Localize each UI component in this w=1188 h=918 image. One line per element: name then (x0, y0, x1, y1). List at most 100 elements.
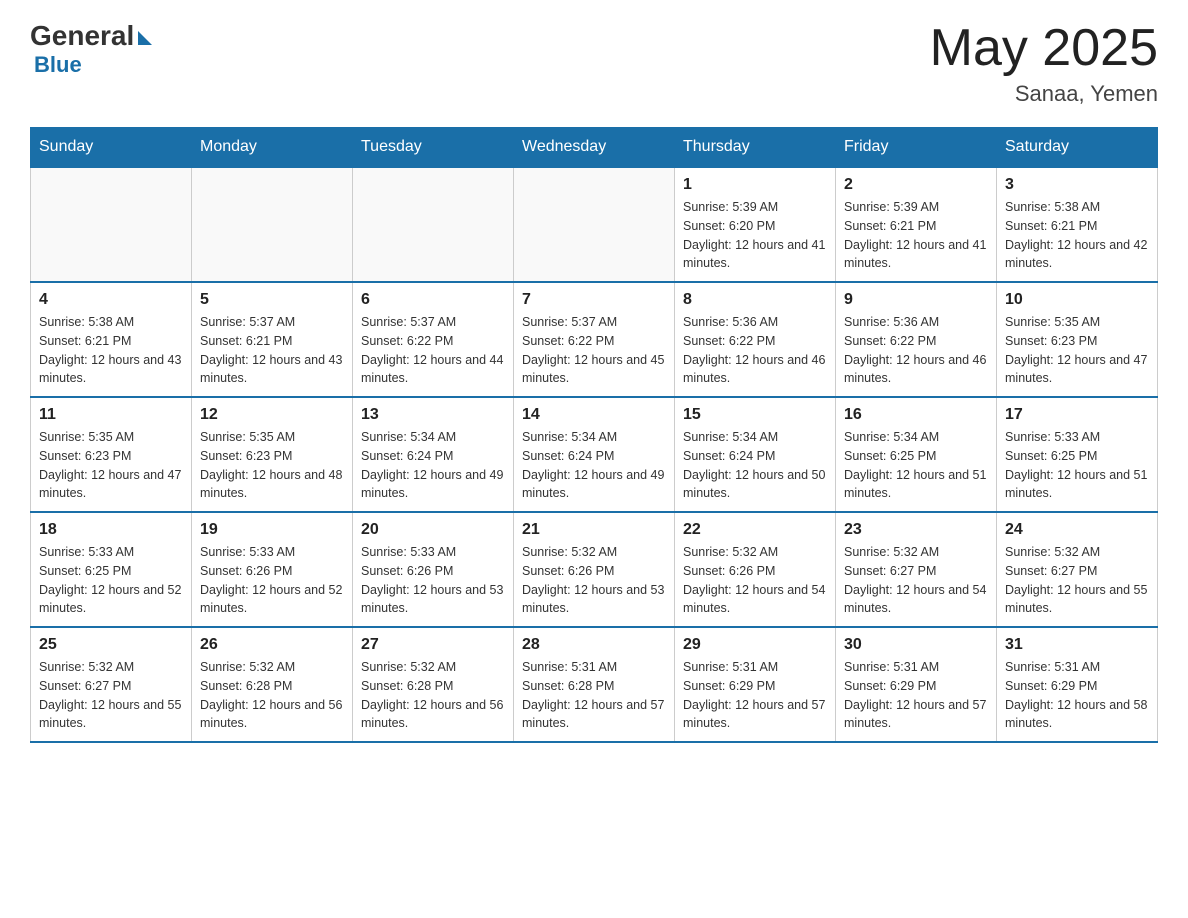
calendar-cell: 22 Sunrise: 5:32 AMSunset: 6:26 PMDayligh… (675, 512, 836, 627)
calendar-cell (31, 167, 192, 282)
calendar-table: SundayMondayTuesdayWednesdayThursdayFrid… (30, 127, 1158, 743)
calendar-cell: 7 Sunrise: 5:37 AMSunset: 6:22 PMDaylight… (514, 282, 675, 397)
calendar-cell: 26 Sunrise: 5:32 AMSunset: 6:28 PMDayligh… (192, 627, 353, 742)
day-info: Sunrise: 5:37 AMSunset: 6:22 PMDaylight:… (361, 313, 505, 388)
page-header: General Blue May 2025 Sanaa, Yemen (30, 20, 1158, 107)
calendar-cell: 31Sunrise: 5:31 AMSunset: 6:29 PMDayligh… (997, 627, 1158, 742)
calendar-cell (192, 167, 353, 282)
calendar-cell: 19 Sunrise: 5:33 AMSunset: 6:26 PMDayligh… (192, 512, 353, 627)
logo: General Blue (30, 20, 152, 78)
day-info: Sunrise: 5:36 AMSunset: 6:22 PMDaylight:… (683, 313, 827, 388)
calendar-header-row: SundayMondayTuesdayWednesdayThursdayFrid… (31, 128, 1158, 168)
day-number: 8 (683, 291, 827, 309)
day-number: 20 (361, 521, 505, 539)
logo-blue-text: Blue (34, 52, 82, 78)
calendar-week-row: 4Sunrise: 5:38 AMSunset: 6:21 PMDaylight… (31, 282, 1158, 397)
day-info: Sunrise: 5:31 AMSunset: 6:29 PMDaylight:… (683, 658, 827, 733)
calendar-week-row: 1 Sunrise: 5:39 AMSunset: 6:20 PMDaylight… (31, 167, 1158, 282)
calendar-cell: 10Sunrise: 5:35 AMSunset: 6:23 PMDayligh… (997, 282, 1158, 397)
day-info: Sunrise: 5:39 AMSunset: 6:21 PMDaylight:… (844, 198, 988, 273)
calendar-cell: 16 Sunrise: 5:34 AMSunset: 6:25 PMDayligh… (836, 397, 997, 512)
day-number: 23 (844, 521, 988, 539)
calendar-cell: 4Sunrise: 5:38 AMSunset: 6:21 PMDaylight… (31, 282, 192, 397)
calendar-week-row: 11 Sunrise: 5:35 AMSunset: 6:23 PMDayligh… (31, 397, 1158, 512)
day-number: 1 (683, 176, 827, 194)
calendar-cell: 28 Sunrise: 5:31 AMSunset: 6:28 PMDayligh… (514, 627, 675, 742)
calendar-cell: 29 Sunrise: 5:31 AMSunset: 6:29 PMDayligh… (675, 627, 836, 742)
calendar-cell: 23Sunrise: 5:32 AMSunset: 6:27 PMDayligh… (836, 512, 997, 627)
calendar-cell: 25 Sunrise: 5:32 AMSunset: 6:27 PMDayligh… (31, 627, 192, 742)
calendar-cell: 12 Sunrise: 5:35 AMSunset: 6:23 PMDayligh… (192, 397, 353, 512)
day-number: 7 (522, 291, 666, 309)
day-number: 2 (844, 176, 988, 194)
day-info: Sunrise: 5:38 AMSunset: 6:21 PMDaylight:… (39, 313, 183, 388)
day-number: 11 (39, 406, 183, 424)
day-info: Sunrise: 5:33 AMSunset: 6:26 PMDaylight:… (200, 543, 344, 618)
day-number: 29 (683, 636, 827, 654)
title-section: May 2025 Sanaa, Yemen (930, 20, 1158, 107)
month-title: May 2025 (930, 20, 1158, 77)
calendar-cell: 17 Sunrise: 5:33 AMSunset: 6:25 PMDayligh… (997, 397, 1158, 512)
calendar-cell: 30 Sunrise: 5:31 AMSunset: 6:29 PMDayligh… (836, 627, 997, 742)
location-subtitle: Sanaa, Yemen (930, 81, 1158, 107)
calendar-day-header: Sunday (31, 128, 192, 168)
day-info: Sunrise: 5:33 AMSunset: 6:25 PMDaylight:… (1005, 428, 1149, 503)
day-number: 30 (844, 636, 988, 654)
day-number: 12 (200, 406, 344, 424)
day-number: 28 (522, 636, 666, 654)
calendar-cell (353, 167, 514, 282)
day-number: 31 (1005, 636, 1149, 654)
calendar-cell: 9Sunrise: 5:36 AMSunset: 6:22 PMDaylight… (836, 282, 997, 397)
day-info: Sunrise: 5:37 AMSunset: 6:21 PMDaylight:… (200, 313, 344, 388)
calendar-cell (514, 167, 675, 282)
calendar-cell: 24Sunrise: 5:32 AMSunset: 6:27 PMDayligh… (997, 512, 1158, 627)
calendar-day-header: Thursday (675, 128, 836, 168)
day-number: 27 (361, 636, 505, 654)
day-info: Sunrise: 5:39 AMSunset: 6:20 PMDaylight:… (683, 198, 827, 273)
calendar-cell: 27Sunrise: 5:32 AMSunset: 6:28 PMDayligh… (353, 627, 514, 742)
day-info: Sunrise: 5:32 AMSunset: 6:26 PMDaylight:… (683, 543, 827, 618)
calendar-cell: 21 Sunrise: 5:32 AMSunset: 6:26 PMDayligh… (514, 512, 675, 627)
day-number: 17 (1005, 406, 1149, 424)
day-number: 13 (361, 406, 505, 424)
day-number: 21 (522, 521, 666, 539)
calendar-cell: 2 Sunrise: 5:39 AMSunset: 6:21 PMDaylight… (836, 167, 997, 282)
day-info: Sunrise: 5:35 AMSunset: 6:23 PMDaylight:… (200, 428, 344, 503)
day-info: Sunrise: 5:34 AMSunset: 6:24 PMDaylight:… (683, 428, 827, 503)
calendar-day-header: Wednesday (514, 128, 675, 168)
day-number: 24 (1005, 521, 1149, 539)
calendar-cell: 3Sunrise: 5:38 AMSunset: 6:21 PMDaylight… (997, 167, 1158, 282)
day-info: Sunrise: 5:35 AMSunset: 6:23 PMDaylight:… (1005, 313, 1149, 388)
day-info: Sunrise: 5:31 AMSunset: 6:28 PMDaylight:… (522, 658, 666, 733)
day-info: Sunrise: 5:31 AMSunset: 6:29 PMDaylight:… (844, 658, 988, 733)
day-info: Sunrise: 5:34 AMSunset: 6:25 PMDaylight:… (844, 428, 988, 503)
calendar-day-header: Tuesday (353, 128, 514, 168)
day-info: Sunrise: 5:32 AMSunset: 6:27 PMDaylight:… (39, 658, 183, 733)
day-number: 25 (39, 636, 183, 654)
logo-arrow-icon (138, 31, 152, 45)
day-info: Sunrise: 5:34 AMSunset: 6:24 PMDaylight:… (361, 428, 505, 503)
day-info: Sunrise: 5:32 AMSunset: 6:26 PMDaylight:… (522, 543, 666, 618)
day-number: 22 (683, 521, 827, 539)
calendar-cell: 5Sunrise: 5:37 AMSunset: 6:21 PMDaylight… (192, 282, 353, 397)
day-info: Sunrise: 5:36 AMSunset: 6:22 PMDaylight:… (844, 313, 988, 388)
day-info: Sunrise: 5:37 AMSunset: 6:22 PMDaylight:… (522, 313, 666, 388)
calendar-week-row: 25 Sunrise: 5:32 AMSunset: 6:27 PMDayligh… (31, 627, 1158, 742)
day-number: 16 (844, 406, 988, 424)
day-info: Sunrise: 5:33 AMSunset: 6:26 PMDaylight:… (361, 543, 505, 618)
day-number: 3 (1005, 176, 1149, 194)
calendar-cell: 8 Sunrise: 5:36 AMSunset: 6:22 PMDaylight… (675, 282, 836, 397)
calendar-cell: 15Sunrise: 5:34 AMSunset: 6:24 PMDayligh… (675, 397, 836, 512)
calendar-cell: 14Sunrise: 5:34 AMSunset: 6:24 PMDayligh… (514, 397, 675, 512)
day-info: Sunrise: 5:34 AMSunset: 6:24 PMDaylight:… (522, 428, 666, 503)
day-number: 6 (361, 291, 505, 309)
day-info: Sunrise: 5:32 AMSunset: 6:28 PMDaylight:… (200, 658, 344, 733)
day-number: 19 (200, 521, 344, 539)
calendar-cell: 20 Sunrise: 5:33 AMSunset: 6:26 PMDayligh… (353, 512, 514, 627)
calendar-day-header: Friday (836, 128, 997, 168)
calendar-cell: 13 Sunrise: 5:34 AMSunset: 6:24 PMDayligh… (353, 397, 514, 512)
day-number: 18 (39, 521, 183, 539)
day-number: 26 (200, 636, 344, 654)
day-info: Sunrise: 5:35 AMSunset: 6:23 PMDaylight:… (39, 428, 183, 503)
logo-general-text: General (30, 20, 134, 52)
